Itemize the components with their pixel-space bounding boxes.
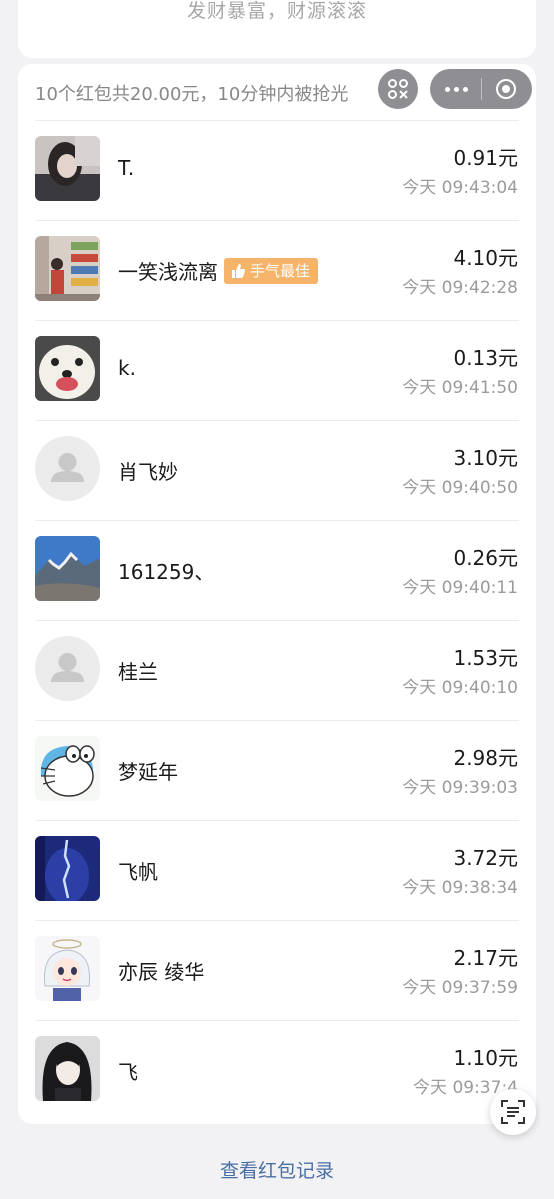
blessing-text: 发财暴富，财源滚滚 (186, 0, 367, 22)
recipient-name: 一笑浅流离 手气最佳 (118, 256, 319, 285)
amount: 0.91元 (453, 146, 518, 170)
avatar[interactable] (35, 736, 100, 801)
row-divider (35, 320, 519, 321)
amount: 1.10元 (453, 1046, 518, 1070)
timestamp: 今天 09:40:10 (402, 678, 518, 698)
row-divider (35, 720, 519, 721)
recipient-name: 飞帆 (118, 860, 158, 884)
row-divider (35, 1020, 519, 1021)
amount: 3.10元 (453, 446, 518, 470)
mini-program-capsule (430, 69, 532, 109)
best-luck-label: 手气最佳 (250, 262, 311, 280)
recipient-name: T. (118, 156, 135, 180)
recipient-name: 161259、 (118, 560, 215, 584)
row-divider (35, 420, 519, 421)
amount: 0.26元 (453, 546, 518, 570)
default-avatar-icon[interactable] (35, 636, 100, 701)
list-item[interactable]: 一笑浅流离 手气最佳 4.10元 今天 09:42:28 (18, 220, 536, 320)
amount: 2.98元 (453, 746, 518, 770)
more-dots-icon[interactable] (444, 86, 468, 92)
recipient-name: 亦辰 绫华 (118, 960, 205, 984)
amount: 2.17元 (453, 946, 518, 970)
amount: 0.13元 (453, 346, 518, 370)
avatar[interactable] (35, 236, 100, 301)
list-item[interactable]: 飞 1.10元 今天 09:37:4 (18, 1020, 536, 1120)
avatar[interactable] (35, 836, 100, 901)
recipient-name: 飞 (118, 1060, 138, 1084)
capsule-divider (480, 78, 482, 100)
avatar[interactable] (35, 336, 100, 401)
timestamp: 今天 09:37:59 (402, 978, 518, 998)
avatar[interactable] (35, 936, 100, 1001)
list-item[interactable]: T. 0.91元 今天 09:43:04 (18, 120, 536, 220)
greeting-card: 发财暴富，财源滚滚 (18, 0, 536, 58)
amount: 1.53元 (453, 646, 518, 670)
text-scan-button[interactable] (490, 1089, 536, 1135)
list-item[interactable]: 亦辰 绫华 2.17元 今天 09:37:59 (18, 920, 536, 1020)
timestamp: 今天 09:41:50 (402, 378, 518, 398)
avatar[interactable] (35, 1036, 100, 1101)
avatar[interactable] (35, 536, 100, 601)
row-divider (35, 120, 519, 121)
row-divider (35, 920, 519, 921)
default-avatar-icon[interactable] (35, 436, 100, 501)
timestamp: 今天 09:39:03 (402, 778, 518, 798)
list-item[interactable]: 飞帆 3.72元 今天 09:38:34 (18, 820, 536, 920)
list-item[interactable]: k. 0.13元 今天 09:41:50 (18, 320, 536, 420)
row-divider (35, 520, 519, 521)
timestamp: 今天 09:42:28 (402, 278, 518, 298)
close-target-icon[interactable] (495, 78, 517, 100)
thumbs-up-icon (232, 263, 245, 278)
timestamp: 今天 09:40:50 (402, 478, 518, 498)
row-divider (35, 220, 519, 221)
list-item[interactable]: 肖飞妙 3.10元 今天 09:40:50 (18, 420, 536, 520)
avatar[interactable] (35, 136, 100, 201)
best-luck-badge: 手气最佳 (224, 257, 319, 284)
recipient-name: 梦延年 (118, 760, 178, 784)
recipient-name: 桂兰 (118, 660, 158, 684)
text-scan-icon (501, 1100, 525, 1124)
row-divider (35, 620, 519, 621)
recipient-list-card: 10个红包共20.00元，10分钟内被抢光 T. 0.91元 今天 09:43:… (18, 64, 536, 1124)
list-item[interactable]: 梦延年 2.98元 今天 09:39:03 (18, 720, 536, 820)
list-item[interactable]: 161259、 0.26元 今天 09:40:11 (18, 520, 536, 620)
view-records-link[interactable]: 查看红包记录 (0, 1156, 554, 1183)
recipient-name: 肖飞妙 (118, 460, 178, 484)
timestamp: 今天 09:38:34 (402, 878, 518, 898)
list-item[interactable]: 桂兰 1.53元 今天 09:40:10 (18, 620, 536, 720)
packet-summary: 10个红包共20.00元，10分钟内被抢光 (35, 84, 349, 105)
amount: 3.72元 (453, 846, 518, 870)
timestamp: 今天 09:40:11 (402, 578, 518, 598)
recipient-name: k. (118, 356, 136, 380)
mini-program-grid-icon[interactable] (378, 69, 418, 109)
mini-program-controls (378, 69, 532, 109)
row-divider (35, 820, 519, 821)
amount: 4.10元 (453, 246, 518, 270)
timestamp: 今天 09:43:04 (402, 178, 518, 198)
